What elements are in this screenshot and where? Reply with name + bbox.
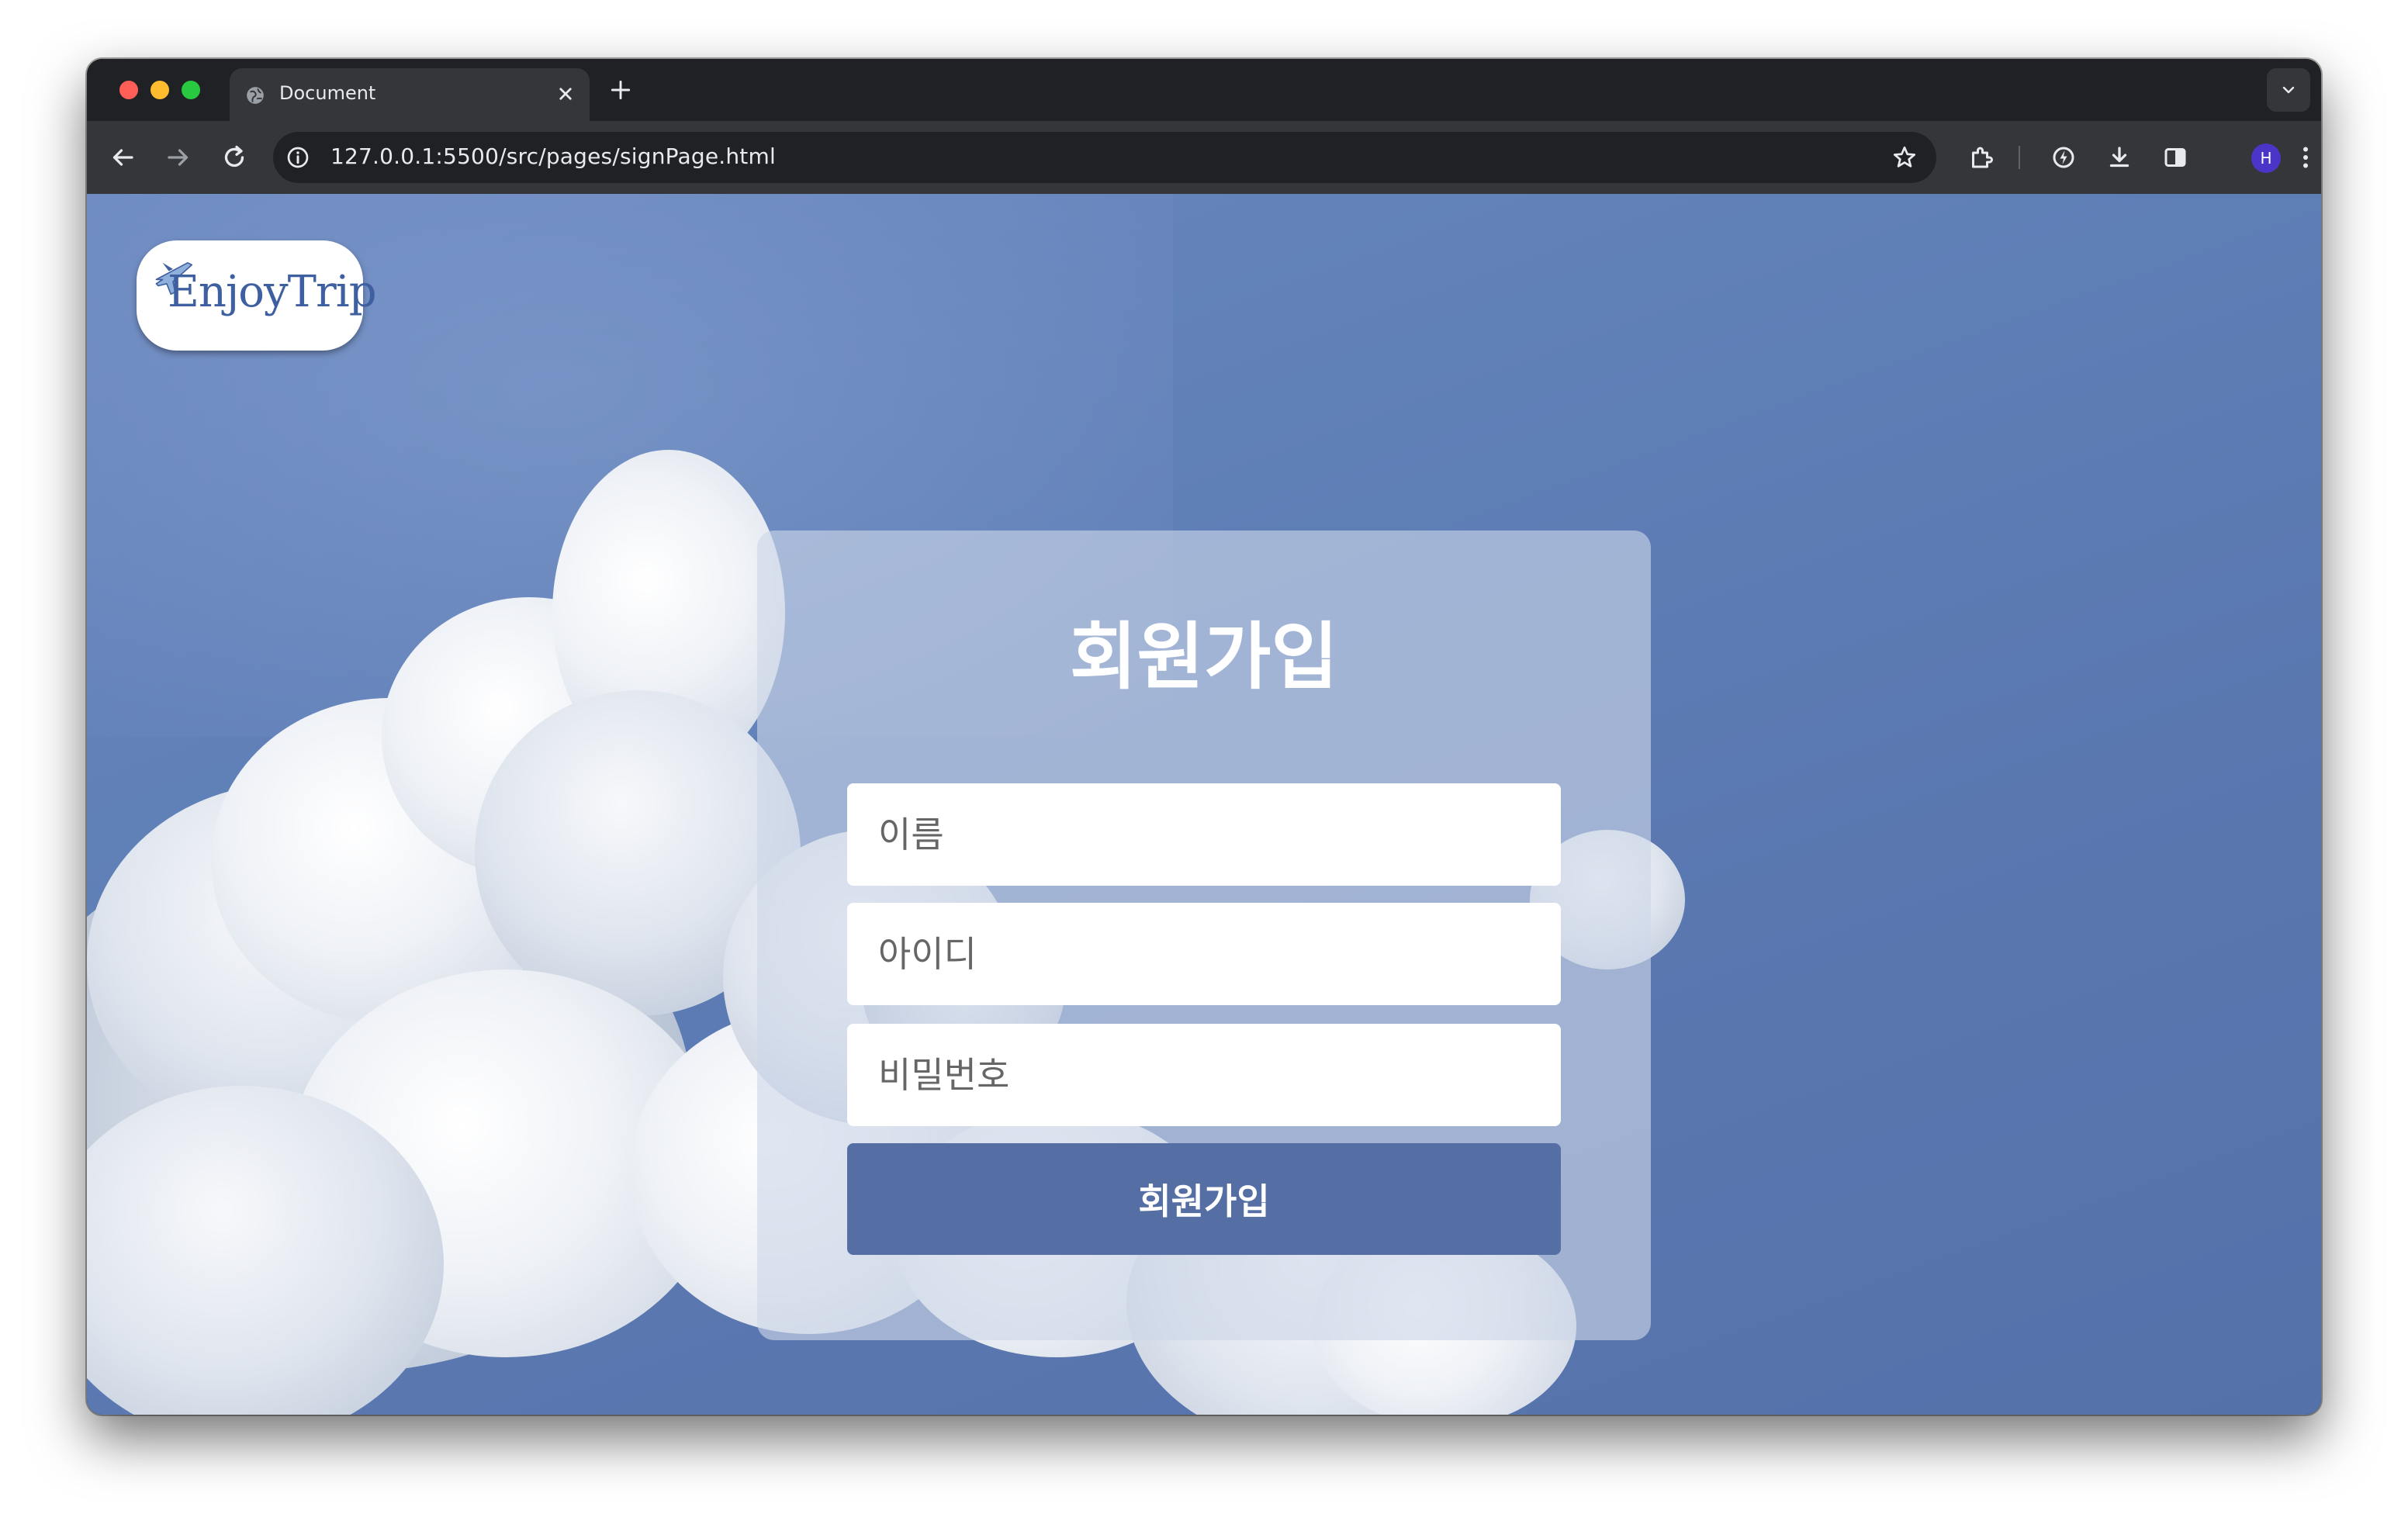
bookmark-star-icon[interactable] — [1891, 144, 1918, 171]
chevron-down-icon — [2282, 86, 2295, 94]
tab-strip: Document — [87, 59, 2321, 121]
name-input[interactable] — [847, 783, 1561, 886]
toolbar-separator — [2019, 146, 2020, 169]
back-arrow-icon[interactable] — [109, 143, 137, 171]
profile-avatar[interactable]: H — [2251, 143, 2281, 173]
tab-title: Document — [279, 82, 376, 104]
more-menu-icon[interactable] — [2298, 143, 2313, 171]
id-input[interactable] — [847, 903, 1561, 1005]
logo-text: EnjoyTrip — [168, 267, 377, 317]
password-input[interactable] — [847, 1024, 1561, 1126]
new-tab-icon[interactable] — [608, 78, 633, 102]
tab-document[interactable]: Document — [230, 68, 590, 121]
browser-toolbar: 127.0.0.1:5500/src/pages/signPage.html H — [87, 121, 2321, 194]
extensions-puzzle-icon[interactable] — [1967, 143, 1995, 171]
side-panel-icon[interactable] — [2161, 143, 2189, 171]
reload-icon[interactable] — [220, 143, 248, 171]
site-info-icon[interactable] — [285, 145, 310, 170]
close-window-button[interactable] — [119, 81, 138, 99]
globe-icon — [247, 87, 264, 104]
signup-title: 회원가입 — [1070, 615, 1338, 700]
address-bar[interactable]: 127.0.0.1:5500/src/pages/signPage.html — [273, 132, 1936, 183]
performance-icon[interactable] — [2050, 143, 2078, 171]
tab-close-icon[interactable] — [554, 82, 577, 105]
page-viewport: EnjoyTrip 회원가입 회원가입 — [87, 194, 2321, 1415]
forward-arrow-icon[interactable] — [164, 143, 192, 171]
download-icon[interactable] — [2105, 143, 2133, 171]
tab-search-button[interactable] — [2267, 68, 2310, 112]
url-text[interactable]: 127.0.0.1:5500/src/pages/signPage.html — [330, 143, 776, 169]
minimize-window-button[interactable] — [150, 81, 169, 99]
maximize-window-button[interactable] — [182, 81, 200, 99]
enjoytrip-logo[interactable]: EnjoyTrip — [137, 240, 377, 351]
browser-window: Document 127.0.0.1:5500/src/pages/signPa… — [87, 59, 2321, 1415]
signup-button[interactable]: 회원가입 — [847, 1143, 1561, 1255]
signup-card: 회원가입 회원가입 — [757, 530, 1651, 1340]
